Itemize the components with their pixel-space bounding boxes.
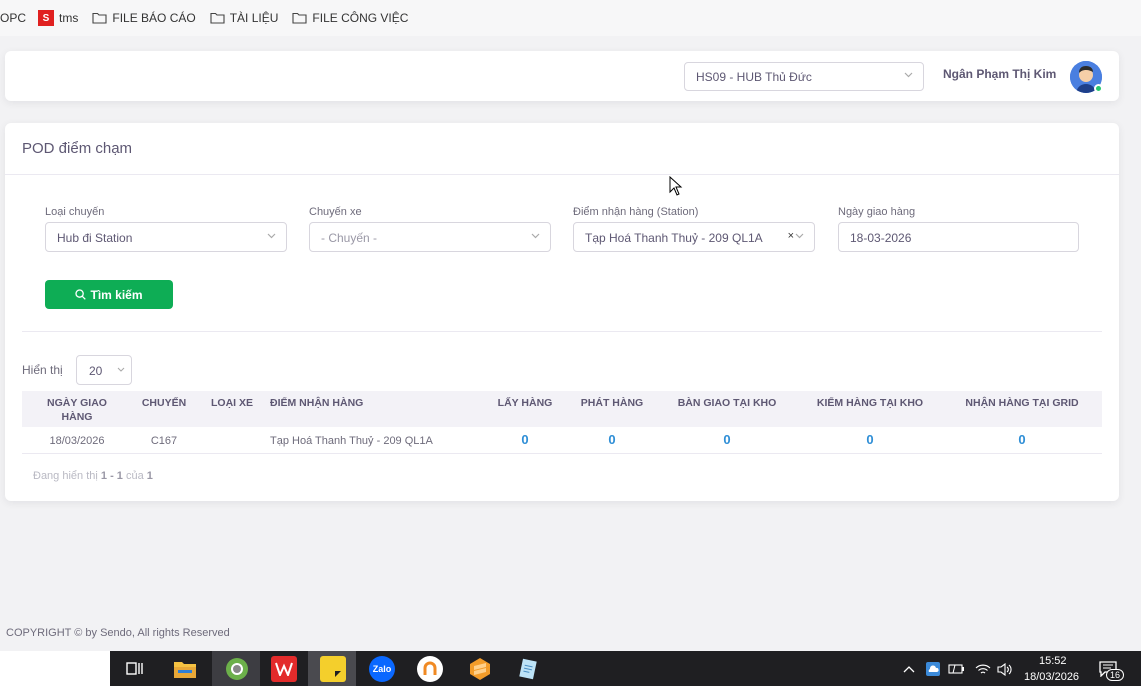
bookmark-tai-lieu[interactable]: TÀI LIỆU: [210, 11, 278, 25]
cell-receive-grid[interactable]: 0: [952, 432, 1092, 447]
copyright: COPYRIGHT © by Sendo, All rights Reserve…: [6, 627, 230, 639]
divider: [5, 174, 1119, 175]
online-status-dot: [1094, 84, 1103, 93]
trip-select[interactable]: - Chuyến -: [309, 222, 551, 252]
pod-table: NGÀY GIAO HÀNG CHUYẾN LOẠI XE ĐIỂM NHẬN …: [22, 391, 1102, 454]
trip-type-label: Loại chuyến: [45, 206, 105, 218]
chevron-down-icon: [267, 233, 276, 239]
file-explorer-icon[interactable]: [172, 656, 198, 682]
table-row[interactable]: 18/03/2026 C167 Tạp Hoá Thanh Thuỷ - 209…: [22, 427, 1102, 454]
sublime-text-icon[interactable]: [467, 656, 493, 682]
col-handover-warehouse: BÀN GIAO TẠI KHO: [677, 397, 777, 409]
station-label: Điểm nhận hàng (Station): [573, 206, 699, 218]
clear-icon[interactable]: ×: [788, 230, 794, 242]
sticky-notes-icon[interactable]: [320, 656, 346, 682]
pod-card: POD điểm chạm Loại chuyến Hub đi Station…: [5, 123, 1119, 501]
col-check-warehouse: KIỂM HÀNG TẠI KHO: [816, 397, 924, 409]
taskbar: Zalo 15:52 18/03/2026 16: [0, 651, 1141, 686]
col-receive-grid: NHẬN HÀNG TẠI GRID: [965, 397, 1079, 409]
trip-type-select[interactable]: Hub đi Station: [45, 222, 287, 252]
col-dispatch: PHÁT HÀNG: [580, 397, 644, 409]
top-navbar: HS09 - HUB Thủ Đức Ngân Phạm Thị Kim: [5, 51, 1119, 101]
search-icon: [75, 289, 87, 300]
cell-receiving-point: Tạp Hoá Thanh Thuỷ - 209 QL1A: [270, 435, 433, 447]
notepad-icon[interactable]: [515, 656, 541, 682]
col-delivery-date: NGÀY GIAO HÀNG: [47, 397, 107, 423]
search-button[interactable]: Tìm kiếm: [45, 280, 173, 309]
cell-check-warehouse[interactable]: 0: [800, 432, 940, 447]
task-view-icon[interactable]: [122, 656, 148, 682]
station-select[interactable]: Tạp Hoá Thanh Thuỷ - 209 QL1A ×: [573, 222, 815, 252]
page-size-select[interactable]: 20: [76, 355, 132, 385]
cell-dispatch[interactable]: 0: [572, 432, 652, 447]
cloud-sync-icon[interactable]: [925, 661, 941, 677]
wifi-icon[interactable]: [975, 663, 991, 676]
chevron-down-icon: [117, 367, 125, 372]
pagination-info: Đang hiển thị 1 - 1 của 1: [33, 470, 153, 482]
clock-time[interactable]: 15:52: [1039, 655, 1067, 667]
chevron-down-icon: [904, 72, 913, 78]
cell-delivery-date: 18/03/2026: [49, 435, 105, 447]
col-receiving-point: ĐIỂM NHẬN HÀNG: [270, 397, 364, 409]
col-pickup: LẤY HÀNG: [497, 397, 553, 409]
ultraviewer-icon[interactable]: [417, 656, 443, 682]
folder-icon: [92, 12, 107, 24]
cell-handover-warehouse[interactable]: 0: [662, 432, 792, 447]
chevron-up-icon[interactable]: [903, 665, 915, 673]
delivery-date-input[interactable]: 18-03-2026: [838, 222, 1079, 252]
col-vehicle-type: LOẠI XE: [210, 397, 253, 409]
clock-date[interactable]: 18/03/2026: [1024, 671, 1079, 683]
cell-pickup[interactable]: 0: [485, 432, 565, 447]
folder-icon: [210, 12, 225, 24]
show-label: Hiển thị: [22, 363, 63, 377]
trip-label: Chuyến xe: [309, 206, 362, 218]
col-trip: CHUYẾN: [141, 397, 187, 409]
bookmark-file-bao-cao[interactable]: FILE BÁO CÁO: [92, 11, 196, 25]
user-name: Ngân Phạm Thị Kim: [943, 67, 1057, 81]
hub-select[interactable]: HS09 - HUB Thủ Đức: [684, 62, 924, 91]
chevron-down-icon: [531, 233, 540, 239]
bookmark-file-cong-viec[interactable]: FILE CÔNG VIỆC: [292, 11, 408, 25]
taskbar-gap: [0, 651, 110, 686]
battery-icon[interactable]: [948, 663, 966, 675]
folder-icon: [292, 12, 307, 24]
bookmark-opc[interactable]: OPC: [0, 11, 26, 25]
page-title: POD điểm chạm: [22, 140, 133, 157]
bookmark-tms[interactable]: S tms: [38, 10, 78, 26]
bookmarks-bar: OPC S tms FILE BÁO CÁO TÀI LIỆU FILE CÔN…: [0, 0, 1141, 36]
chrome-icon[interactable]: [224, 656, 250, 682]
tms-logo-icon: S: [38, 10, 55, 26]
chevron-down-icon: [795, 233, 804, 239]
table-header: NGÀY GIAO HÀNG CHUYẾN LOẠI XE ĐIỂM NHẬN …: [22, 391, 1102, 427]
volume-icon[interactable]: [997, 663, 1013, 676]
wps-office-icon[interactable]: [271, 656, 297, 682]
date-label: Ngày giao hàng: [838, 206, 916, 218]
divider: [22, 331, 1102, 332]
mouse-cursor-icon: [669, 176, 683, 196]
notification-badge: 16: [1106, 669, 1125, 681]
zalo-icon[interactable]: Zalo: [369, 656, 395, 682]
cell-trip: C167: [150, 435, 178, 447]
